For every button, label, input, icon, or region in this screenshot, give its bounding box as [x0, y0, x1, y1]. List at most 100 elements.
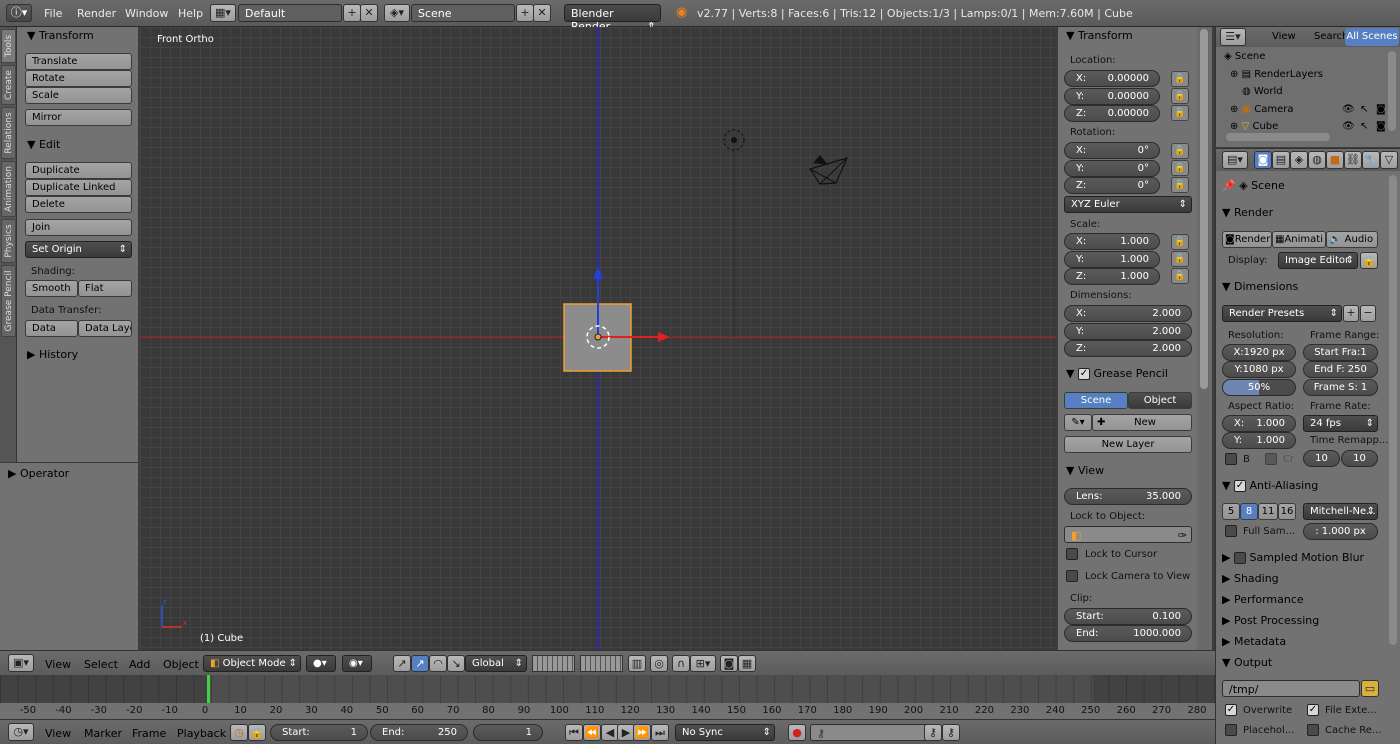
pivot-point-dropdown[interactable]: ◉▾: [342, 655, 372, 672]
remove-layout-icon[interactable]: ✕: [360, 4, 378, 22]
resolution-percentage-slider[interactable]: 50%: [1222, 379, 1296, 396]
properties-scrollbar[interactable]: [1389, 175, 1397, 645]
outliner-hscrollbar[interactable]: [1226, 133, 1330, 141]
full-sample-checkbox[interactable]: [1225, 525, 1237, 537]
duplicate-linked-button[interactable]: Duplicate Linked: [25, 179, 132, 196]
file-extensions-checkbox[interactable]: ✓: [1307, 704, 1319, 716]
outliner-view-menu[interactable]: View: [1272, 31, 1296, 42]
lock-range-icon[interactable]: 🔒: [248, 724, 266, 741]
insert-keyframe-icon[interactable]: ⚷: [924, 724, 942, 741]
lock-rotation-x-icon[interactable]: 🔒: [1171, 143, 1189, 159]
scale-z-field[interactable]: Z: 1.000: [1064, 268, 1160, 285]
crop-checkbox[interactable]: [1265, 453, 1277, 465]
preview-range-icon[interactable]: ◷: [230, 724, 248, 741]
tab-grease-pencil[interactable]: Grease Pencil: [1, 265, 16, 337]
metadata-panel-header[interactable]: ▶ Metadata: [1222, 635, 1286, 648]
outliner-cube[interactable]: ⊕ ▽ Cube 👁 ↖ ◙: [1230, 121, 1386, 132]
output-panel-header[interactable]: ▼ Output: [1222, 656, 1272, 669]
proportional-edit-icon[interactable]: ◎: [650, 655, 668, 672]
transform-panel-header[interactable]: ▼ Transform: [27, 29, 94, 42]
opengl-render-animation-icon[interactable]: ▦: [738, 655, 756, 672]
tab-create[interactable]: Create: [1, 65, 16, 105]
menu-add[interactable]: Add: [129, 658, 150, 671]
cache-result-checkbox[interactable]: [1307, 724, 1319, 736]
tab-animation[interactable]: Animation: [1, 161, 16, 217]
overwrite-checkbox[interactable]: ✓: [1225, 704, 1237, 716]
gp-new-button[interactable]: ✚ New: [1092, 414, 1192, 431]
add-scene-icon[interactable]: +: [516, 4, 534, 22]
output-path-field[interactable]: /tmp/: [1222, 680, 1360, 697]
timeline-menu-playback[interactable]: Playback: [177, 727, 226, 740]
outliner-renderlayers[interactable]: ⊕ ▤ RenderLayers: [1230, 69, 1323, 80]
frame-rate-dropdown[interactable]: 24 fps ⇕: [1303, 415, 1378, 432]
jump-end-icon[interactable]: ⏭: [651, 724, 669, 741]
scale-y-field[interactable]: Y: 1.000: [1064, 251, 1160, 268]
mode-dropdown[interactable]: ◧ Object Mode ⇕: [203, 655, 301, 672]
select-arrow-icon[interactable]: ↖: [1360, 104, 1368, 115]
flat-button[interactable]: Flat: [78, 280, 132, 297]
info-editor-type-icon[interactable]: ⓘ▾: [6, 4, 32, 22]
start-frame-field[interactable]: Start Fra:1: [1303, 344, 1378, 361]
scale-x-field[interactable]: X: 1.000: [1064, 233, 1160, 250]
eyedropper-icon[interactable]: ✑: [1178, 529, 1187, 542]
manipulator-toggle-icon[interactable]: ↗: [393, 655, 411, 672]
scale-button[interactable]: Scale: [25, 87, 132, 104]
screen-layout-icon[interactable]: ▦▾: [210, 4, 236, 22]
render-presets-dropdown[interactable]: Render Presets ⇕: [1222, 305, 1342, 322]
rotation-mode-dropdown[interactable]: XYZ Euler ⇕: [1064, 196, 1192, 213]
layers-grid-b[interactable]: [580, 655, 623, 672]
duplicate-button[interactable]: Duplicate: [25, 162, 132, 179]
select-arrow-icon[interactable]: ↖: [1360, 121, 1368, 132]
lock-to-cursor-checkbox[interactable]: [1066, 548, 1078, 560]
aa-samples-16[interactable]: 16: [1278, 503, 1296, 520]
history-panel-header[interactable]: ▶ History: [27, 348, 78, 361]
dimension-z-field[interactable]: Z: 2.000: [1064, 340, 1192, 357]
menu-help[interactable]: Help: [178, 7, 203, 20]
gizmo-z-arrowhead[interactable]: [593, 267, 603, 279]
add-layout-icon[interactable]: +: [343, 4, 361, 22]
render-panel-header[interactable]: ▼ Render: [1222, 206, 1273, 219]
filter-size-field[interactable]: : 1.000 px: [1303, 523, 1378, 540]
snap-element-icon[interactable]: ⊞▾: [690, 655, 716, 672]
gp-object-button[interactable]: Object: [1128, 392, 1192, 409]
screen-layout-field[interactable]: Default: [238, 4, 342, 22]
join-button[interactable]: Join: [25, 219, 132, 236]
layers-grid-a[interactable]: [532, 655, 575, 672]
motion-blur-checkbox[interactable]: [1233, 552, 1246, 564]
location-y-field[interactable]: Y: 0.00000: [1064, 88, 1160, 105]
render-camera-icon[interactable]: ◙: [1376, 121, 1386, 132]
display-dropdown[interactable]: Image Editor ⇕: [1278, 252, 1358, 269]
aa-filter-dropdown[interactable]: Mitchell-Ne... ⇕: [1303, 503, 1378, 520]
lock-rotation-y-icon[interactable]: 🔒: [1171, 160, 1189, 176]
scene-context-icon[interactable]: ◈: [1290, 151, 1308, 169]
mirror-button[interactable]: Mirror: [25, 109, 132, 126]
scene-icon[interactable]: ◈▾: [384, 4, 410, 22]
aa-samples-11[interactable]: 11: [1258, 503, 1278, 520]
timeline-menu-frame[interactable]: Frame: [132, 727, 166, 740]
location-z-field[interactable]: Z: 0.00000: [1064, 105, 1160, 122]
outliner-scrollbar[interactable]: [1388, 51, 1396, 131]
keying-set-field[interactable]: ⚷✕: [810, 724, 940, 741]
post-processing-panel-header[interactable]: ▶ Post Processing: [1222, 614, 1319, 627]
remove-preset-icon[interactable]: −: [1360, 305, 1376, 322]
render-engine-dropdown[interactable]: Blender Render⇕: [564, 4, 661, 33]
modifiers-context-icon[interactable]: 🔧: [1362, 151, 1380, 169]
border-checkbox[interactable]: [1225, 453, 1237, 465]
lock-location-y-icon[interactable]: 🔒: [1171, 88, 1189, 104]
gp-new-layer-button[interactable]: New Layer: [1064, 436, 1192, 453]
visibility-eye-icon[interactable]: 👁: [1342, 104, 1355, 115]
motion-blur-header[interactable]: ▶ Sampled Motion Blur: [1222, 551, 1364, 564]
scene-field[interactable]: Scene: [411, 4, 515, 22]
current-frame-input[interactable]: 1: [473, 724, 543, 741]
resolution-y-field[interactable]: Y:1080 px: [1222, 361, 1296, 378]
remove-scene-icon[interactable]: ✕: [533, 4, 551, 22]
rotation-z-field[interactable]: Z: 0°: [1064, 177, 1160, 194]
scale-manipulator-icon[interactable]: ↘: [447, 655, 465, 672]
rotation-y-field[interactable]: Y: 0°: [1064, 160, 1160, 177]
anti-aliasing-header[interactable]: ▼ ✓ Anti-Aliasing: [1222, 479, 1318, 492]
anti-aliasing-checkbox[interactable]: ✓: [1233, 480, 1246, 492]
n-panel-scrollbar[interactable]: [1197, 27, 1212, 650]
delete-button[interactable]: Delete: [25, 196, 132, 213]
operator-panel-header[interactable]: ▶ Operator: [8, 467, 69, 480]
menu-select[interactable]: Select: [84, 658, 118, 671]
